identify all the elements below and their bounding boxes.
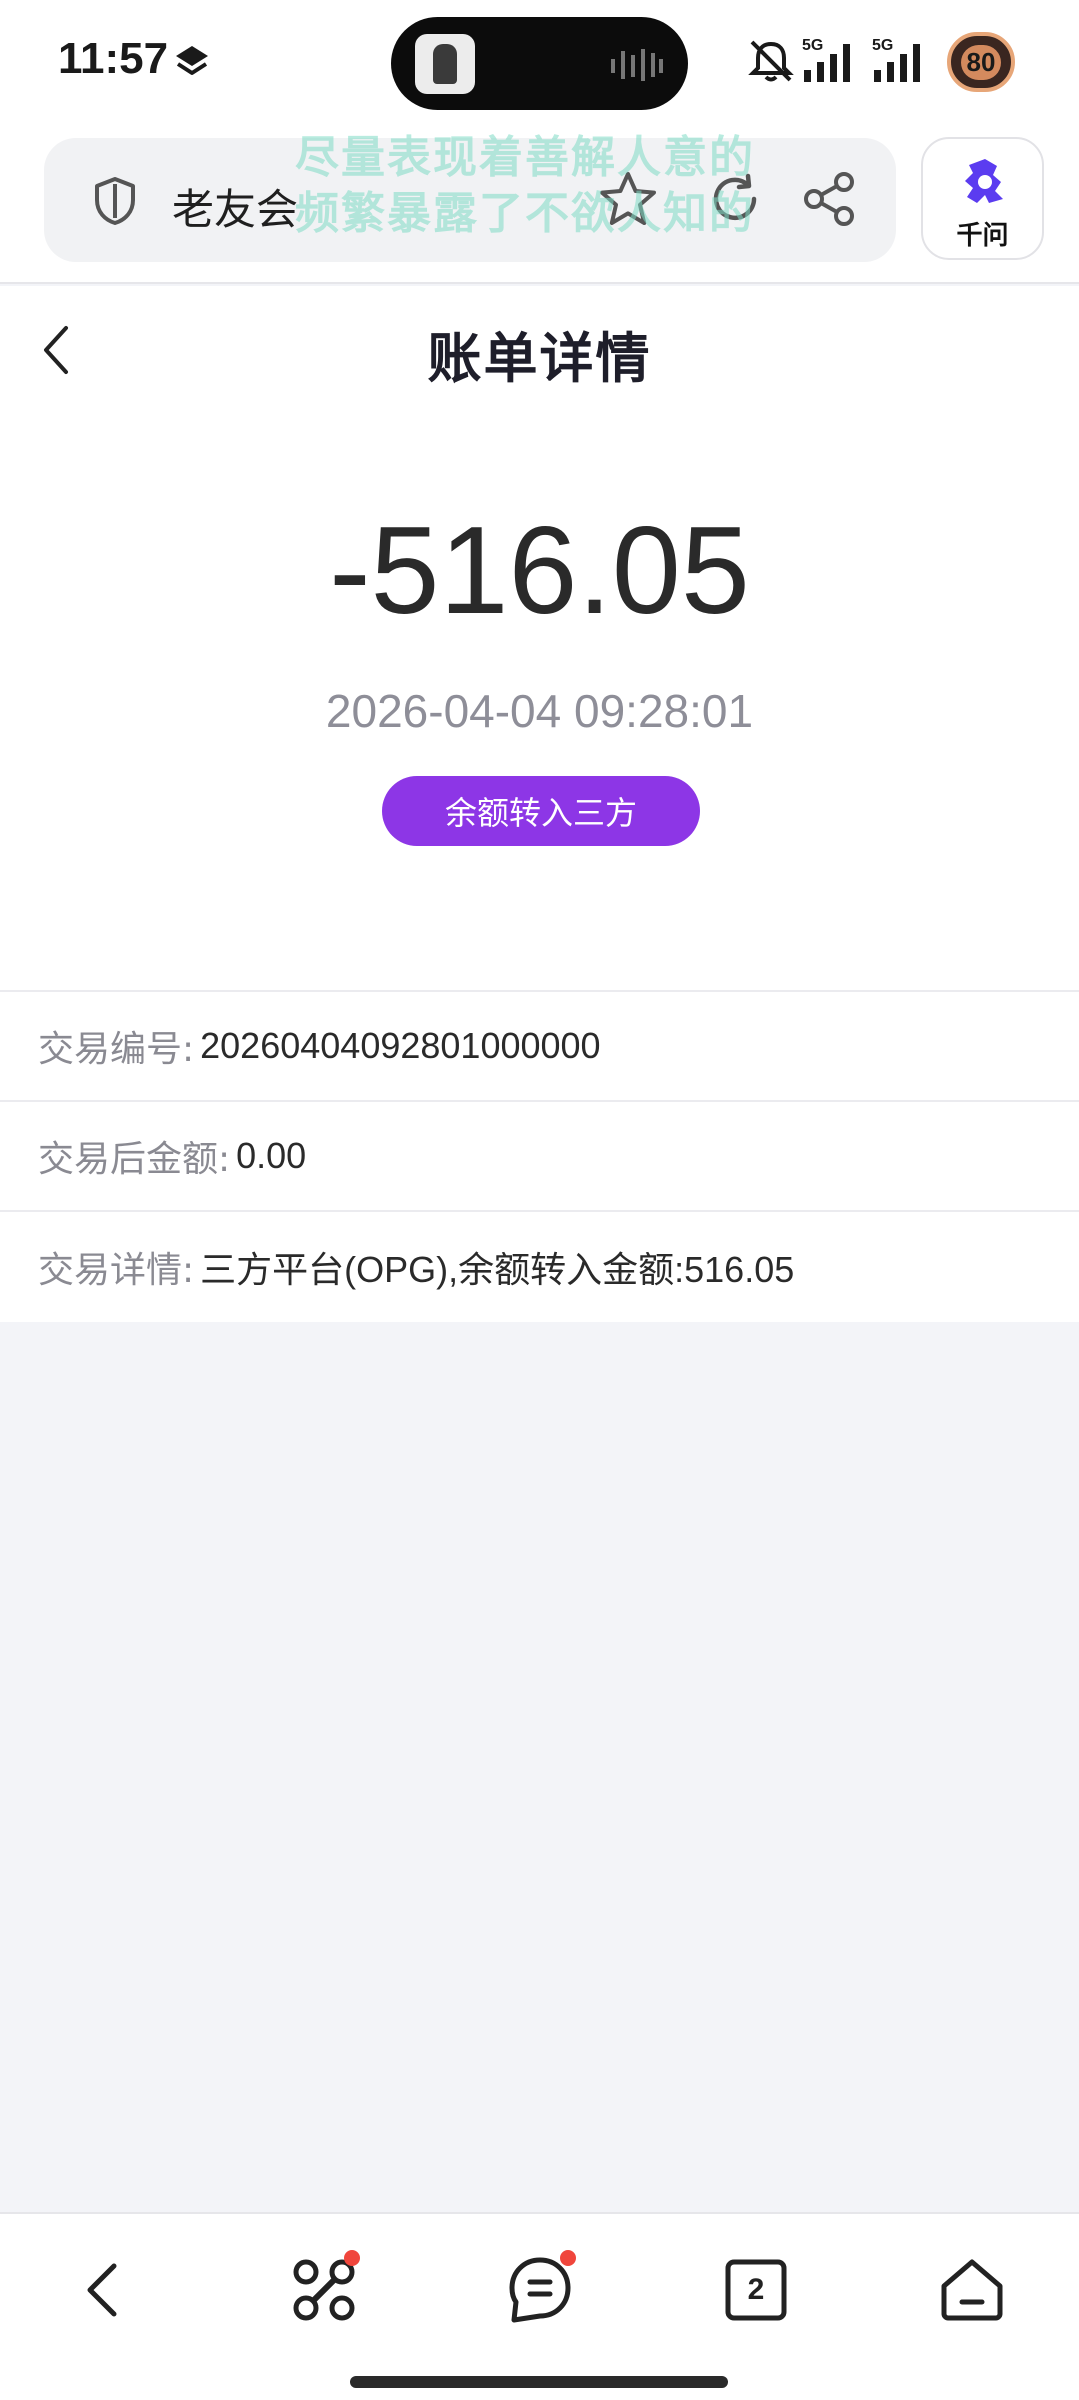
back-icon[interactable] (68, 2252, 144, 2328)
notification-dot (560, 2250, 576, 2266)
star-icon[interactable] (596, 168, 660, 232)
page-title: 账单详情 (427, 327, 652, 390)
tabs-button[interactable]: 2 (718, 2252, 794, 2328)
detail-value: 0.00 (236, 1135, 307, 1176)
detail-label: 交易后金额: (38, 1139, 231, 1180)
detail-row-description: 交易详情: 三方平台(OPG),余额转入金额:516.05 (0, 1212, 1079, 1322)
share-icon[interactable] (800, 170, 858, 228)
status-time: 11:57 (58, 34, 169, 83)
transaction-amount: -516.05 (329, 502, 750, 640)
qianwen-assistant-button[interactable]: 千问 (921, 137, 1044, 260)
dynamic-island[interactable] (391, 17, 688, 110)
browser-bottom-nav: 2 (0, 2212, 1079, 2400)
detail-row-balance-after: 交易后金额: 0.00 (0, 1102, 1079, 1212)
detail-value: 三方平台(OPG),余额转入金额:516.05 (200, 1249, 795, 1290)
page-header: 账单详情 (0, 286, 1079, 416)
transaction-details: 交易编号: 20260404092801000000 交易后金额: 0.00 交… (0, 990, 1079, 1322)
page-title-in-address-bar[interactable]: 老友会 (172, 176, 298, 237)
battery-icon: 80 (947, 32, 1015, 92)
transaction-datetime: 2026-04-04 09:28:01 (325, 685, 754, 737)
transaction-type-badge: 余额转入三方 (382, 776, 700, 846)
menu-button[interactable] (502, 2250, 578, 2328)
home-icon[interactable] (934, 2252, 1010, 2328)
notification-dot (344, 2250, 360, 2266)
layers-icon (176, 46, 208, 75)
detail-row-transaction-id: 交易编号: 20260404092801000000 (0, 992, 1079, 1102)
qianwen-logo-icon (965, 159, 1003, 203)
tab-count: 2 (747, 2273, 765, 2306)
shield-icon[interactable] (92, 176, 138, 226)
signal-icon: 5G (802, 37, 850, 82)
detail-value: 20260404092801000000 (200, 1025, 601, 1066)
network-label: 5G (802, 37, 823, 54)
detail-label: 交易详情: (38, 1250, 195, 1291)
browser-toolbar: 老友会 尽量表现着善解人意的 频繁暴露了不欲人知的 千问 (0, 124, 1079, 284)
home-indicator[interactable] (350, 2376, 728, 2388)
address-bar[interactable]: 老友会 (44, 138, 896, 262)
reload-icon[interactable] (704, 168, 766, 230)
detail-label: 交易编号: (38, 1029, 195, 1070)
network-label: 5G (872, 37, 893, 54)
transaction-summary: -516.05 2026-04-04 09:28:01 余额转入三方 (0, 416, 1079, 990)
mute-icon (748, 40, 794, 82)
signal-icon: 5G (872, 37, 920, 82)
ai-assistant-button[interactable] (286, 2250, 362, 2328)
audio-wave-icon (611, 49, 663, 81)
media-thumbnail[interactable] (415, 34, 475, 94)
battery-level: 80 (960, 44, 1002, 80)
status-bar: 11:57 5G 5G 80 (0, 0, 1079, 124)
qianwen-label: 千问 (956, 221, 1009, 251)
